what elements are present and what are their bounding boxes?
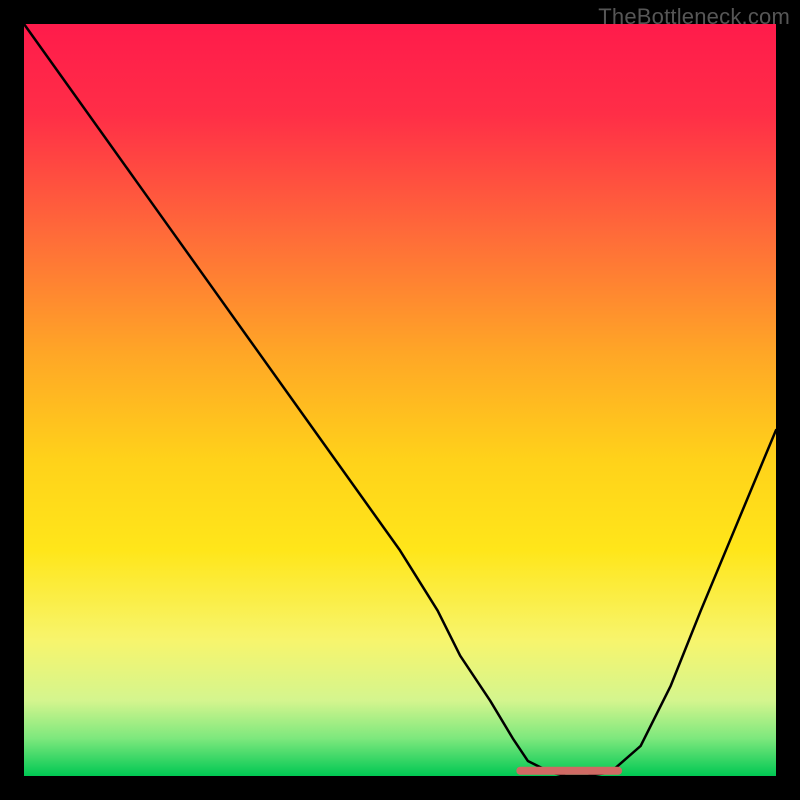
watermark-text: TheBottleneck.com [598, 4, 790, 30]
chart-stage: TheBottleneck.com [0, 0, 800, 800]
bottleneck-chart [0, 0, 800, 800]
gradient-background [24, 24, 776, 776]
